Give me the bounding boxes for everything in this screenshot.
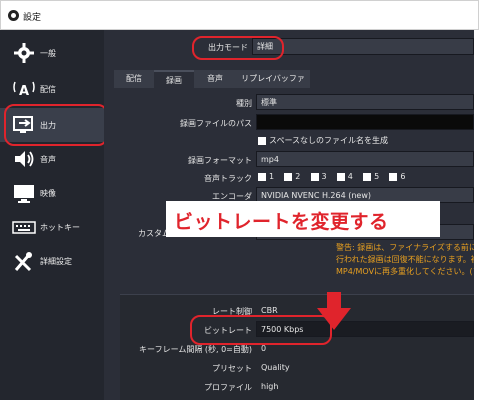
track-4-checkbox[interactable] <box>336 172 345 181</box>
track-3-checkbox[interactable] <box>310 172 319 181</box>
profile-label: プロファイル <box>204 383 252 392</box>
format-select[interactable]: mp4 <box>256 151 474 167</box>
nospace-checkbox[interactable] <box>258 136 266 145</box>
tools-icon <box>12 250 36 272</box>
sidebar-item-advanced[interactable]: 詳細設定 <box>0 244 104 278</box>
nospace-label: スペースなしのファイル名を生成 <box>269 136 389 145</box>
preset-select[interactable]: Quality <box>256 359 474 375</box>
keyboard-icon <box>12 216 36 238</box>
audio-track-checkboxes: 1 2 3 4 5 6 <box>258 172 405 181</box>
annotation-banner-text: ビットレートを変更する <box>174 211 389 233</box>
type-select[interactable]: 標準 <box>256 94 474 110</box>
format-label: 録画フォーマット <box>188 156 252 165</box>
recording-path-input[interactable] <box>256 114 474 130</box>
sidebar-item-label: 一般 <box>40 49 56 58</box>
settings-sidebar: 一般 A 配信 出力 音声 映像 ホットキー 詳細設定 <box>0 30 104 400</box>
sidebar-item-label: ホットキー <box>40 223 80 232</box>
annotation-banner: ビットレートを変更する <box>166 201 440 237</box>
sidebar-item-label: 詳細設定 <box>40 257 72 266</box>
recording-warning-text: 警告: 録画は、ファイナライズする前に何らかの結果として 行われた録画は回復不能… <box>336 243 474 276</box>
keyframe-label: キーフレーム間隔 (秒, 0=自動) <box>139 345 252 354</box>
sidebar-item-label: 配信 <box>40 85 56 94</box>
sidebar-item-label: 音声 <box>40 155 56 164</box>
broadcast-icon: A <box>12 78 36 100</box>
sidebar-item-label: 映像 <box>40 189 56 198</box>
track-6-checkbox[interactable] <box>389 172 398 181</box>
custom-label: カスタム <box>138 229 170 238</box>
svg-text:A: A <box>19 84 29 99</box>
obs-logo-icon <box>8 10 19 21</box>
profile-select[interactable]: high <box>256 378 474 394</box>
track-5-checkbox[interactable] <box>363 172 372 181</box>
track-2-checkbox[interactable] <box>284 172 293 181</box>
audio-track-label: 音声トラック <box>204 174 252 183</box>
preset-label: プリセット <box>212 364 252 373</box>
output-highlight-oval <box>4 104 108 146</box>
type-label: 種別 <box>236 99 252 108</box>
sidebar-item-audio[interactable]: 音声 <box>0 142 104 176</box>
sidebar-item-hotkeys[interactable]: ホットキー <box>0 210 104 244</box>
bitrate-highlight-oval <box>190 315 332 345</box>
monitor-icon <box>12 182 36 204</box>
sidebar-item-general[interactable]: 一般 <box>0 36 104 70</box>
window-title: 設定 <box>23 13 42 23</box>
tab-audio[interactable]: 音声 <box>194 70 236 88</box>
output-mode-highlight-oval <box>192 36 284 60</box>
title-bar: 設定 <box>0 0 479 30</box>
recording-path-label: 録画ファイルのパス <box>180 119 252 128</box>
sidebar-item-stream[interactable]: A 配信 <box>0 72 104 106</box>
tab-recording[interactable]: 録画 <box>154 70 194 88</box>
output-mode-select[interactable]: 詳細 <box>252 38 474 55</box>
gear-icon <box>12 42 36 64</box>
track-1-checkbox[interactable] <box>258 172 266 181</box>
settings-window: 一般 A 配信 出力 音声 映像 ホットキー 詳細設定 出力モード 詳細 配信 … <box>0 30 474 400</box>
tab-stream[interactable]: 配信 <box>114 70 154 88</box>
sidebar-item-video[interactable]: 映像 <box>0 176 104 210</box>
nospace-checkbox-row[interactable]: スペースなしのファイル名を生成 <box>258 135 388 146</box>
speaker-icon <box>12 148 36 170</box>
tab-replay-buffer[interactable]: リプレイバッファ <box>236 70 310 88</box>
